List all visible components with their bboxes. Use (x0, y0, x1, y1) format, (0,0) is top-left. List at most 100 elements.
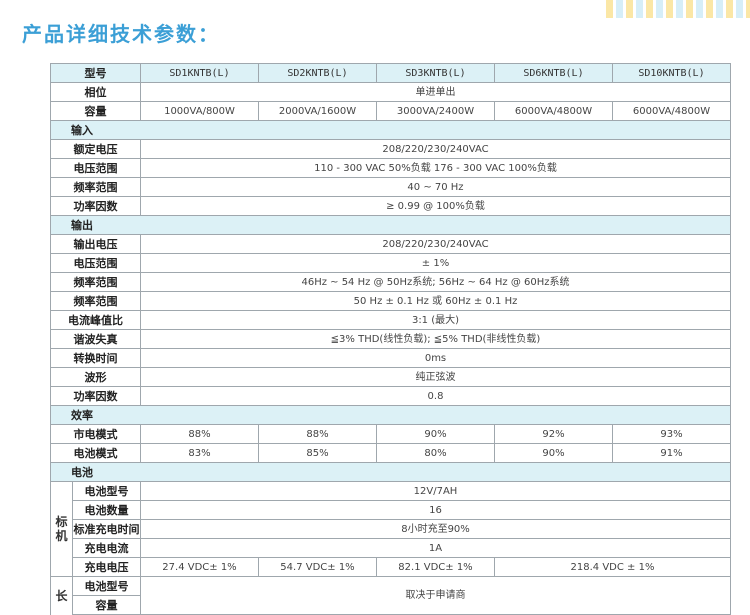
row-value: 208/220/230/240VAC (140, 234, 731, 254)
deco-stripe (696, 0, 703, 18)
row-value: 82.1 VDC± 1% (376, 557, 495, 577)
table-row: 输出电压 208/220/230/240VAC (50, 234, 731, 254)
deco-stripe (646, 0, 653, 18)
row-value: 27.4 VDC± 1% (140, 557, 259, 577)
row-value: 54.7 VDC± 1% (258, 557, 377, 577)
row-value: 40 ~ 70 Hz (140, 177, 731, 197)
row-value: 92% (494, 424, 613, 444)
table-row: 功率因数 ≥ 0.99 @ 100%负载 (50, 196, 731, 216)
row-value: 93% (612, 424, 731, 444)
row-label: 谐波失真 (50, 329, 141, 349)
row-value: 0.8 (140, 386, 731, 406)
spec-table: 型号 SD1KNTB(L) SD2KNTB(L) SD3KNTB(L) SD6K… (50, 63, 731, 615)
deco-stripe (636, 0, 643, 18)
row-value: ≦3% THD(线性负载); ≦5% THD(非线性负载) (140, 329, 731, 349)
row-value: 83% (140, 443, 259, 463)
table-row: 标准充电时间 8小时充至90% (51, 519, 731, 539)
row-label: 频率范围 (50, 291, 141, 311)
row-value: 3:1 (最大) (140, 310, 731, 330)
table-row: 电压范围 ± 1% (50, 253, 731, 273)
row-value: 纯正弦波 (140, 367, 731, 387)
section-header-input: 输入 (50, 120, 731, 140)
row-value: 2000VA/1600W (258, 101, 377, 121)
row-value: 46Hz ~ 54 Hz @ 50Hz系统; 56Hz ~ 64 Hz @ 60… (140, 272, 731, 292)
row-value: 85% (258, 443, 377, 463)
section-header-efficiency: 效率 (50, 405, 731, 425)
row-value: 90% (494, 443, 613, 463)
row-value: 90% (376, 424, 495, 444)
deco-stripe (666, 0, 673, 18)
row-label: 市电模式 (50, 424, 141, 444)
row-value: 1A (140, 538, 731, 558)
row-value: 88% (140, 424, 259, 444)
row-label: 充电电流 (72, 538, 141, 558)
row-value: 16 (140, 500, 731, 520)
deco-stripe (616, 0, 623, 18)
table-row: 电池模式 83% 85% 80% 90% 91% (50, 443, 731, 463)
model-label: 型号 (50, 63, 141, 83)
row-label: 额定电压 (50, 139, 141, 159)
deco-stripe (716, 0, 723, 18)
table-row: 转换时间 0ms (50, 348, 731, 368)
row-value: 80% (376, 443, 495, 463)
row-label: 标准充电时间 (72, 519, 141, 539)
table-row: 电流峰值比 3:1 (最大) (50, 310, 731, 330)
long-model-group-label: 长 (50, 576, 73, 615)
row-value: 3000VA/2400W (376, 101, 495, 121)
table-row: 相位 单进单出 (50, 82, 731, 102)
row-label: 电压范围 (50, 158, 141, 178)
section-title: 输出 (50, 215, 731, 235)
row-value: 50 Hz ± 0.1 Hz 或 60Hz ± 0.1 Hz (140, 291, 731, 311)
row-value: 单进单出 (140, 82, 731, 102)
section-title: 效率 (50, 405, 731, 425)
table-row: 充电电压 27.4 VDC± 1% 54.7 VDC± 1% 82.1 VDC±… (51, 557, 731, 577)
row-label: 输出电压 (50, 234, 141, 254)
table-row: 波形 纯正弦波 (50, 367, 731, 387)
standard-model-group-label: 标机 (50, 481, 73, 577)
table-header-row: 型号 SD1KNTB(L) SD2KNTB(L) SD3KNTB(L) SD6K… (50, 63, 731, 83)
row-label: 电流峰值比 (50, 310, 141, 330)
page-title: 产品详细技术参数： (22, 22, 220, 46)
row-label: 容量 (72, 595, 141, 615)
deco-stripe (626, 0, 633, 18)
section-title: 输入 (50, 120, 731, 140)
deco-stripe (656, 0, 663, 18)
table-row: 长 电池型号 取决于申请商 (50, 576, 731, 615)
table-row: 频率范围 50 Hz ± 0.1 Hz 或 60Hz ± 0.1 Hz (50, 291, 731, 311)
section-header-battery: 电池 (50, 462, 731, 482)
row-label: 频率范围 (50, 272, 141, 292)
row-label: 波形 (50, 367, 141, 387)
row-label: 频率范围 (50, 177, 141, 197)
table-row: 市电模式 88% 88% 90% 92% 93% (50, 424, 731, 444)
table-row: 频率范围 46Hz ~ 54 Hz @ 50Hz系统; 56Hz ~ 64 Hz… (50, 272, 731, 292)
row-label: 相位 (50, 82, 141, 102)
row-label: 电池型号 (72, 481, 141, 501)
deco-stripe (736, 0, 743, 18)
row-value: 8小时充至90% (140, 519, 731, 539)
row-value: 218.4 VDC ± 1% (494, 557, 731, 577)
row-value: 91% (612, 443, 731, 463)
model-cell: SD10KNTB(L) (612, 63, 731, 83)
model-cell: SD2KNTB(L) (258, 63, 377, 83)
row-label: 充电电压 (72, 557, 141, 577)
table-row: 频率范围 40 ~ 70 Hz (50, 177, 731, 197)
row-label: 功率因数 (50, 386, 141, 406)
model-cell: SD3KNTB(L) (376, 63, 495, 83)
row-label: 电压范围 (50, 253, 141, 273)
row-value: 6000VA/4800W (494, 101, 613, 121)
deco-stripe (676, 0, 683, 18)
row-label: 电池数量 (72, 500, 141, 520)
table-row: 电池数量 16 (51, 500, 731, 520)
section-header-output: 输出 (50, 215, 731, 235)
row-label: 电池型号 (72, 576, 141, 596)
section-title: 电池 (50, 462, 731, 482)
row-label: 容量 (50, 101, 141, 121)
row-value: 6000VA/4800W (612, 101, 731, 121)
deco-stripe (746, 0, 750, 18)
table-row: 额定电压 208/220/230/240VAC (50, 139, 731, 159)
table-row: 功率因数 0.8 (50, 386, 731, 406)
row-value: 208/220/230/240VAC (140, 139, 731, 159)
table-row: 充电电流 1A (51, 538, 731, 558)
deco-stripe (706, 0, 713, 18)
table-row: 电压范围 110 - 300 VAC 50%负载 176 - 300 VAC 1… (50, 158, 731, 178)
